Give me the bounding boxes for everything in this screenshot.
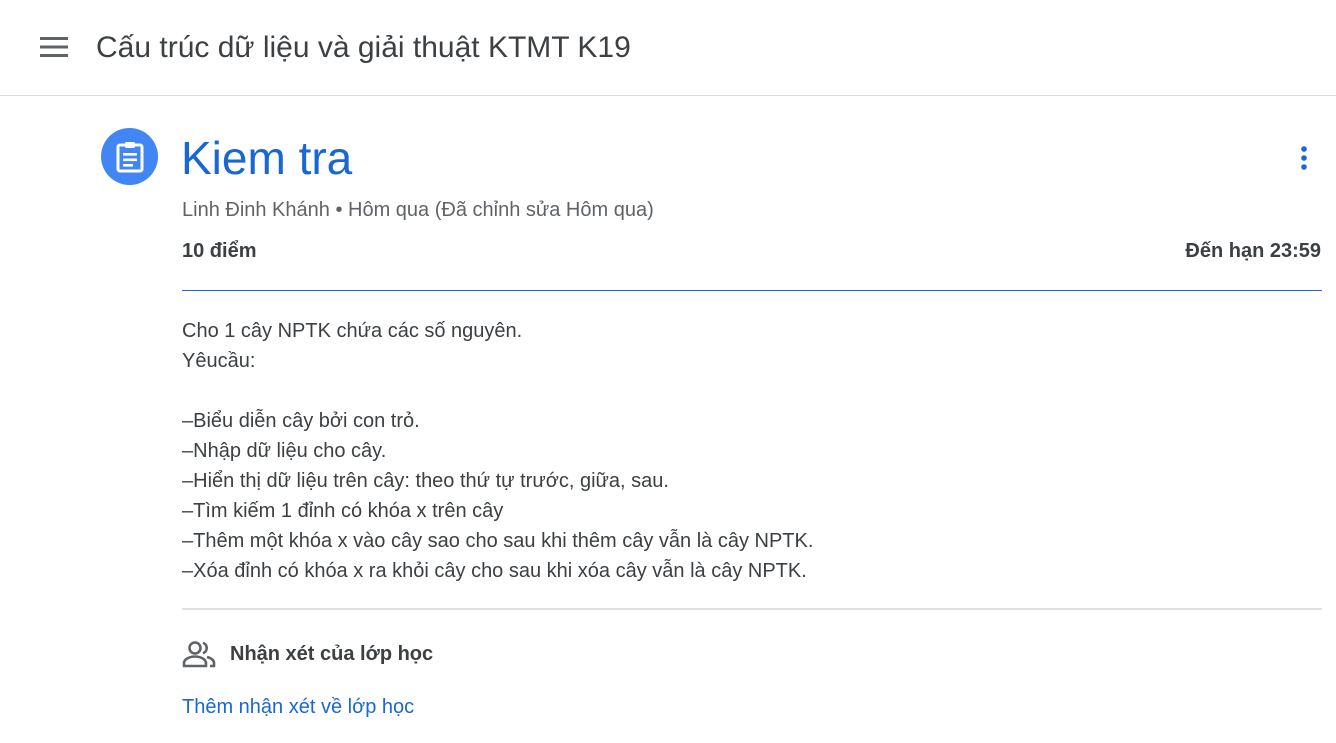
description-line <box>182 376 1302 406</box>
assignment-description: Cho 1 cây NPTK chứa các số nguyên. Yêucầ… <box>182 316 1302 586</box>
description-line: –Thêm một khóa x vào cây sao cho sau khi… <box>182 530 814 552</box>
assignment-icon-badge <box>101 128 158 185</box>
class-comments-title: Nhận xét của lớp học <box>230 643 434 665</box>
description-line: –Biểu diễn cây bởi con trỏ. <box>182 410 420 432</box>
description-line: Cho 1 cây NPTK chứa các số nguyên. <box>182 320 523 342</box>
description-line: –Xóa đỉnh có khóa x ra khỏi cây cho sau … <box>182 560 807 582</box>
header-divider <box>182 290 1322 291</box>
assignment-clipboard-icon <box>116 142 144 173</box>
description-line: –Nhập dữ liệu cho cây. <box>182 440 387 462</box>
assignment-title: Kiem tra <box>181 132 353 184</box>
description-line: –Hiển thị dữ liệu trên cây: theo thứ tự … <box>182 470 669 492</box>
people-icon <box>182 641 216 668</box>
description-line: Yêucầu: <box>182 350 256 372</box>
add-class-comment-link[interactable]: Thêm nhận xét về lớp học <box>182 694 414 720</box>
more-vert-icon <box>1301 146 1307 170</box>
description-line: –Tìm kiếm 1 đỉnh có khóa x trên cây <box>182 500 504 522</box>
assignment-meta: Linh Đinh Khánh • Hôm qua (Đã chỉnh sửa … <box>182 199 654 221</box>
assignment-points: 10 điểm <box>182 240 257 262</box>
more-options-button[interactable] <box>1282 136 1326 180</box>
main-menu-button[interactable] <box>28 22 80 74</box>
comments-divider <box>182 608 1322 610</box>
assignment-due-date: Đến hạn 23:59 <box>1185 240 1321 262</box>
class-title[interactable]: Cấu trúc dữ liệu và giải thuật KTMT K19 <box>96 28 631 68</box>
hamburger-menu-icon <box>40 37 68 57</box>
top-app-bar: Cấu trúc dữ liệu và giải thuật KTMT K19 <box>0 0 1336 96</box>
